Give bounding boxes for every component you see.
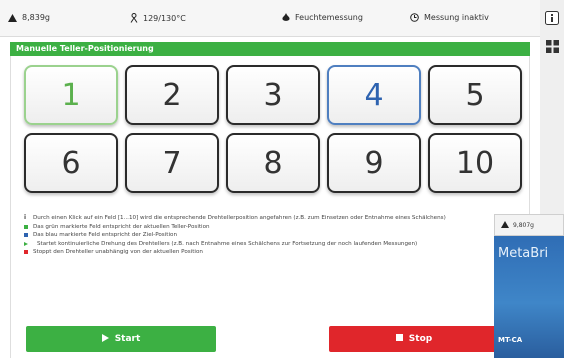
overlay-weight-status: 9,807g (494, 214, 564, 236)
start-label: Start (114, 334, 141, 344)
start-button[interactable]: Start (26, 326, 216, 352)
position-7-button[interactable]: 7 (125, 133, 219, 193)
info-button[interactable] (544, 10, 560, 26)
stop-label: Stop (408, 334, 433, 344)
info-icon (545, 11, 559, 25)
position-9-button[interactable]: 9 (327, 133, 421, 193)
play-icon (24, 241, 32, 246)
temperature-status: 129/130°C (130, 13, 186, 23)
scale-icon (8, 13, 17, 22)
position-2-button[interactable]: 2 (125, 65, 219, 125)
drop-icon (282, 13, 290, 22)
clock-icon (410, 13, 419, 22)
position-3-button[interactable]: 3 (226, 65, 320, 125)
green-square-icon (24, 224, 28, 229)
model-label: MT-CA (498, 336, 523, 344)
legend-item: Das blau markierte Feld entspricht der Z… (24, 231, 494, 240)
position-8-button[interactable]: 8 (226, 133, 320, 193)
moisture-status: Feuchtemessung (282, 13, 363, 22)
grid-view-button[interactable] (544, 38, 560, 54)
legend-item: Startet kontinuierliche Drehung des Dreh… (24, 240, 494, 249)
status-bar: 8,839g 129/130°C Feuchtemessung Messung … (0, 0, 540, 37)
weight-value: 8,839g (22, 13, 50, 22)
scale-icon (501, 220, 509, 230)
legend: i Durch einen Klick auf ein Feld [1...10… (24, 214, 494, 257)
temperature-value: 129/130°C (143, 13, 186, 23)
panel-title: Manuelle Teller-Positionierung (10, 42, 530, 56)
thermometer-icon (130, 13, 138, 23)
legend-item: Stoppt den Drehteller unabhängig von der… (24, 248, 494, 257)
info-icon: i (24, 214, 27, 221)
red-square-icon (24, 250, 28, 255)
legend-item: i Durch einen Klick auf ein Feld [1...10… (24, 214, 446, 221)
position-6-button[interactable]: 6 (24, 133, 118, 193)
measurement-status: Messung inaktiv (410, 13, 489, 22)
stop-icon (395, 334, 403, 344)
weight-status: 8,839g (8, 13, 50, 22)
legend-item: Das grün markierte Feld entspricht der a… (24, 223, 494, 232)
blue-square-icon (24, 233, 28, 238)
position-5-button[interactable]: 5 (428, 65, 522, 125)
position-10-button[interactable]: 10 (428, 133, 522, 193)
app-screen: 8,839g 129/130°C Feuchtemessung Messung … (0, 0, 540, 358)
device-product-image: MetaBri MT-CA (494, 236, 564, 358)
grid-icon (545, 39, 559, 53)
brand-logo: MetaBri (498, 246, 549, 261)
measurement-label: Messung inaktiv (424, 13, 489, 22)
position-4-button[interactable]: 4 (327, 65, 421, 125)
play-icon (101, 333, 109, 345)
moisture-label: Feuchtemessung (295, 13, 363, 22)
overlay-weight-value: 9,807g (513, 221, 534, 229)
position-1-button[interactable]: 1 (24, 65, 118, 125)
stop-button[interactable]: Stop (329, 326, 499, 352)
